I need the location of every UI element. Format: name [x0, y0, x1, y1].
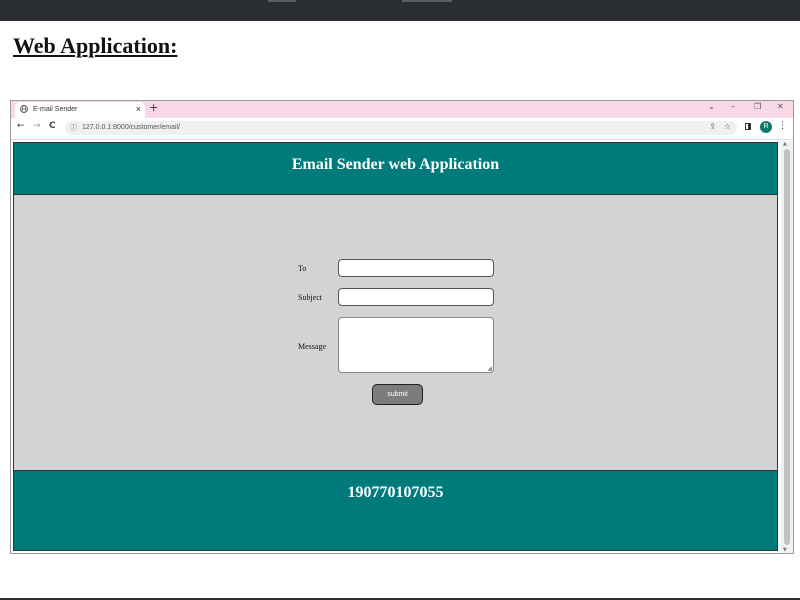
close-window-icon[interactable]: ✕ [777, 102, 784, 111]
to-label: To [298, 264, 307, 273]
restore-icon[interactable]: ❐ [754, 102, 761, 111]
tab-search-icon[interactable]: ⌄ [708, 102, 715, 111]
vertical-scrollbar[interactable]: ▲ ▼ [781, 141, 793, 553]
tab-strip: E-mail Sender × + ⌄ – ❐ ✕ [11, 101, 793, 118]
os-top-bar [0, 0, 800, 21]
app-header: Email Sender web Application [13, 142, 778, 195]
email-form: To Subject Message ◢ submit [13, 195, 778, 470]
to-input[interactable] [338, 259, 494, 277]
globe-icon [20, 105, 28, 113]
reload-icon[interactable]: C [49, 121, 56, 131]
tab-close-icon[interactable]: × [136, 104, 141, 114]
app-title: Email Sender web Application [291, 156, 500, 173]
subject-label: Subject [298, 293, 322, 302]
page-viewport: Email Sender web Application To Subject … [11, 141, 793, 553]
menu-kebab-icon[interactable]: ⋮ [778, 121, 787, 131]
share-icon[interactable]: ⇪ [709, 122, 716, 131]
top-bar-marker [402, 0, 452, 2]
url-text[interactable]: 127.0.0.1:8000/customer/email/ [82, 124, 180, 131]
footer-id-text: 190770107055 [347, 484, 444, 501]
message-label: Message [298, 342, 326, 351]
subject-input[interactable] [338, 288, 494, 306]
top-bar-marker [268, 0, 296, 2]
profile-avatar[interactable]: R [760, 121, 772, 133]
bookmark-star-icon[interactable]: ☆ [724, 122, 731, 131]
side-panel-icon[interactable] [745, 123, 751, 130]
minimize-icon[interactable]: – [731, 102, 735, 111]
back-icon[interactable]: ← [17, 121, 25, 131]
tab-title: E-mail Sender [33, 106, 78, 113]
tab-email-sender[interactable]: E-mail Sender × [15, 102, 145, 118]
browser-window: E-mail Sender × + ⌄ – ❐ ✕ ← → C ⓘ 127.0.… [10, 100, 794, 554]
scroll-down-icon[interactable]: ▼ [783, 547, 787, 553]
scroll-up-icon[interactable]: ▲ [783, 141, 787, 147]
address-bar[interactable]: ⓘ 127.0.0.1:8000/customer/email/ ⇪ ☆ [65, 121, 737, 135]
browser-toolbar: ← → C ⓘ 127.0.0.1:8000/customer/email/ ⇪… [11, 118, 793, 140]
submit-button[interactable]: submit [372, 384, 423, 405]
new-tab-button[interactable]: + [149, 101, 158, 114]
forward-icon[interactable]: → [33, 121, 41, 131]
scrollbar-thumb[interactable] [784, 149, 790, 545]
resize-handle-icon[interactable]: ◢ [487, 365, 492, 372]
message-textarea[interactable]: ◢ [338, 317, 494, 373]
site-info-icon[interactable]: ⓘ [70, 123, 77, 133]
app-footer: 190770107055 [13, 470, 778, 551]
page-heading: Web Application: [13, 33, 178, 58]
